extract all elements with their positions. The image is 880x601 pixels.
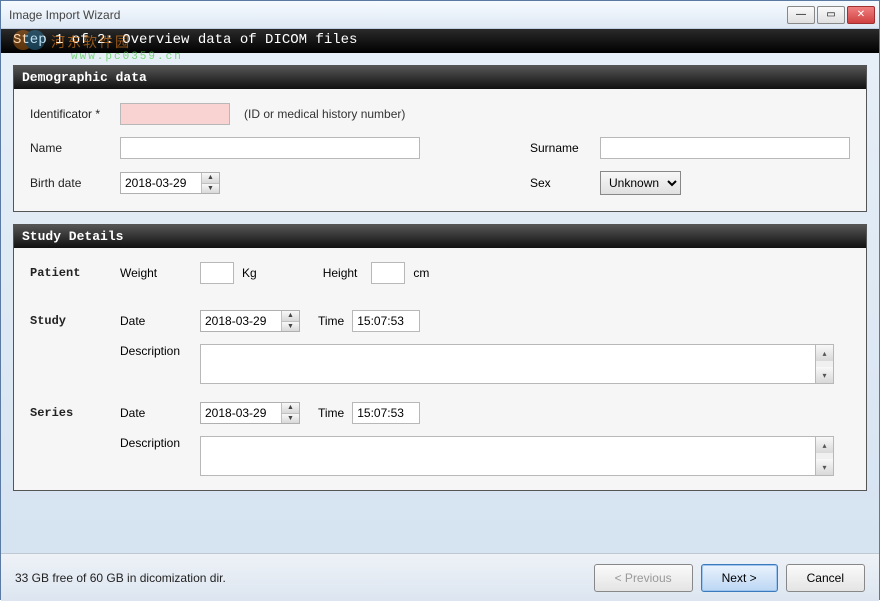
close-button[interactable]: ✕ <box>847 6 875 24</box>
window-controls: — ▭ ✕ <box>787 6 875 24</box>
spin-down-icon[interactable]: ▼ <box>282 414 299 424</box>
study-date-label: Date <box>120 314 192 328</box>
study-section-label: Study <box>30 314 112 328</box>
scroll-down-icon[interactable]: ▾ <box>816 459 833 475</box>
series-desc-scrollbar[interactable]: ▴▾ <box>816 436 834 476</box>
surname-label: Surname <box>530 141 590 155</box>
height-input[interactable] <box>371 262 405 284</box>
study-date-spin[interactable]: ▲▼ <box>281 311 299 331</box>
height-unit: cm <box>413 266 429 280</box>
study-desc-scrollbar[interactable]: ▴▾ <box>816 344 834 384</box>
watermark-text-1: 河东软件园 <box>51 32 131 52</box>
scroll-up-icon[interactable]: ▴ <box>816 437 833 453</box>
cancel-button[interactable]: Cancel <box>786 564 865 592</box>
series-date-spinner[interactable]: ▲▼ <box>200 402 300 424</box>
maximize-button[interactable]: ▭ <box>817 6 845 24</box>
titlebar: Image Import Wizard — ▭ ✕ <box>1 1 879 29</box>
identificator-label: Identificator * <box>30 107 112 121</box>
series-date-input[interactable] <box>201 403 281 423</box>
study-details-panel: Study Details Patient Weight Kg Height c… <box>13 224 867 491</box>
study-time-input[interactable] <box>352 310 420 332</box>
weight-input[interactable] <box>200 262 234 284</box>
name-label: Name <box>30 141 112 155</box>
scroll-up-icon[interactable]: ▴ <box>816 345 833 361</box>
step-banner: Step 1 of 2: Overview data of DICOM file… <box>1 29 879 53</box>
series-desc-label: Description <box>120 436 192 450</box>
footer-bar: 33 GB free of 60 GB in dicomization dir.… <box>1 553 879 601</box>
content-area: Demographic data Identificator * (ID or … <box>1 53 879 553</box>
spin-up-icon[interactable]: ▲ <box>282 311 299 322</box>
surname-input[interactable] <box>600 137 850 159</box>
sex-select[interactable]: Unknown <box>600 171 681 195</box>
identificator-hint: (ID or medical history number) <box>244 107 405 121</box>
spin-up-icon[interactable]: ▲ <box>202 173 219 184</box>
sex-label: Sex <box>530 176 590 190</box>
spin-down-icon[interactable]: ▼ <box>282 322 299 332</box>
birthdate-input[interactable] <box>121 173 201 193</box>
name-input[interactable] <box>120 137 420 159</box>
height-label: Height <box>323 266 358 280</box>
scroll-down-icon[interactable]: ▾ <box>816 367 833 383</box>
watermark-text-2: www.pc0359.cn <box>71 51 183 63</box>
birthdate-spin-buttons[interactable]: ▲▼ <box>201 173 219 193</box>
demographic-panel: Demographic data Identificator * (ID or … <box>13 65 867 212</box>
watermark-logo-icon <box>13 27 51 53</box>
window-title: Image Import Wizard <box>5 8 787 22</box>
next-button[interactable]: Next > <box>701 564 778 592</box>
patient-section-label: Patient <box>30 266 112 280</box>
study-desc-label: Description <box>120 344 192 358</box>
series-desc-input[interactable] <box>200 436 816 476</box>
birthdate-label: Birth date <box>30 176 112 190</box>
status-text: 33 GB free of 60 GB in dicomization dir. <box>15 571 586 585</box>
study-date-input[interactable] <box>201 311 281 331</box>
study-date-spinner[interactable]: ▲▼ <box>200 310 300 332</box>
study-time-label: Time <box>318 314 344 328</box>
study-desc-input[interactable] <box>200 344 816 384</box>
weight-unit: Kg <box>242 266 257 280</box>
series-section-label: Series <box>30 406 112 420</box>
series-time-label: Time <box>318 406 344 420</box>
identificator-input[interactable] <box>120 103 230 125</box>
wizard-window: Image Import Wizard — ▭ ✕ Step 1 of 2: O… <box>0 0 880 600</box>
birthdate-spinner[interactable]: ▲▼ <box>120 172 220 194</box>
series-date-spin[interactable]: ▲▼ <box>281 403 299 423</box>
previous-button[interactable]: < Previous <box>594 564 693 592</box>
minimize-button[interactable]: — <box>787 6 815 24</box>
spin-up-icon[interactable]: ▲ <box>282 403 299 414</box>
weight-label: Weight <box>120 266 192 280</box>
series-date-label: Date <box>120 406 192 420</box>
study-details-header: Study Details <box>14 225 866 248</box>
series-time-input[interactable] <box>352 402 420 424</box>
demographic-header: Demographic data <box>14 66 866 89</box>
spin-down-icon[interactable]: ▼ <box>202 184 219 194</box>
